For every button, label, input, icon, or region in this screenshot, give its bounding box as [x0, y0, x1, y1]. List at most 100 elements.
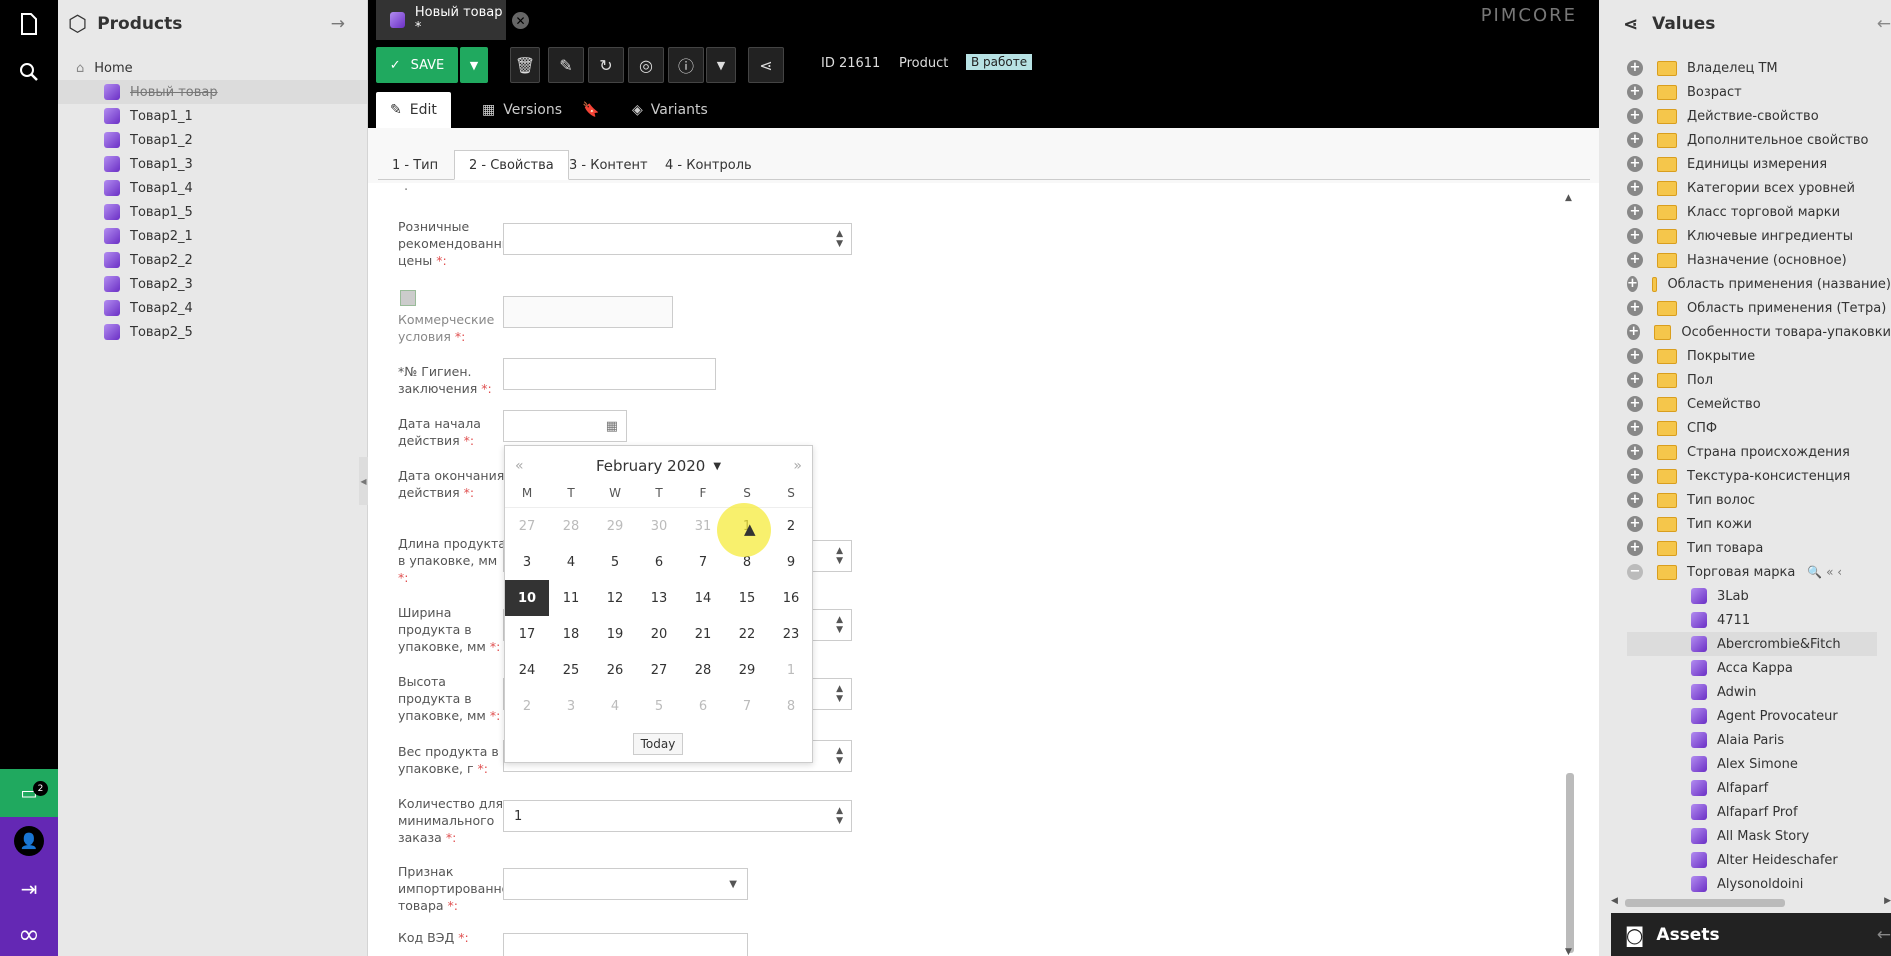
calendar-day[interactable]: 20 — [637, 616, 681, 652]
values-folder-item[interactable]: + Особенности товара-упаковки — [1599, 320, 1891, 344]
calendar-day[interactable]: 28 — [681, 652, 725, 688]
search-icon[interactable] — [0, 48, 58, 96]
logout-button[interactable]: ⇥ — [0, 865, 58, 913]
calendar-day[interactable]: 16 — [769, 580, 813, 616]
tree-item[interactable]: Товар1_5 — [58, 200, 367, 224]
calendar-day[interactable]: 27 — [505, 508, 549, 544]
spinner-icon[interactable]: ▲ ▼ — [836, 229, 843, 249]
expand-icon[interactable]: + — [1627, 468, 1643, 484]
tree-item[interactable]: Товар2_4 — [58, 296, 367, 320]
tree-item[interactable]: Товар2_3 — [58, 272, 367, 296]
tree-item[interactable]: Товар1_3 — [58, 152, 367, 176]
form-tab-content[interactable]: 3 - Контент — [555, 150, 662, 180]
brand-item[interactable]: Acca Kappa — [1599, 656, 1891, 680]
calendar-day[interactable]: 9 — [769, 544, 813, 580]
calendar-day[interactable]: 4 — [549, 544, 593, 580]
close-tab-icon[interactable]: ✕ — [512, 12, 529, 29]
horizontal-scrollbar[interactable]: ◀ ▶ — [1611, 896, 1891, 910]
spinner-icon[interactable]: ▲ ▼ — [836, 746, 843, 766]
tab-edit[interactable]: ✎ Edit — [376, 92, 451, 128]
calendar-day[interactable]: 5 — [637, 688, 681, 724]
tree-item[interactable]: Товар2_2 — [58, 248, 367, 272]
expand-icon[interactable]: + — [1627, 228, 1643, 244]
brand-item[interactable]: Alter Heideschafer — [1599, 848, 1891, 872]
values-folder-item[interactable]: + СПФ — [1599, 416, 1891, 440]
expand-icon[interactable]: + — [1627, 156, 1643, 172]
calendar-day[interactable]: 29 — [593, 508, 637, 544]
calendar-day[interactable]: 23 — [769, 616, 813, 652]
calendar-day[interactable]: 11 — [549, 580, 593, 616]
brand-item[interactable]: Agent Provocateur — [1599, 704, 1891, 728]
calendar-day[interactable]: 1 — [769, 652, 813, 688]
expand-icon[interactable]: + — [1627, 420, 1643, 436]
share-button[interactable]: ⋖ — [748, 47, 784, 83]
tree-item[interactable]: Товар1_2 — [58, 128, 367, 152]
calendar-day[interactable]: 3 — [505, 544, 549, 580]
save-button[interactable]: ✓ SAVE — [376, 47, 458, 83]
values-folder-item[interactable]: + Назначение (основное) — [1599, 248, 1891, 272]
expand-icon[interactable]: + — [1627, 444, 1643, 460]
calendar-day[interactable]: 30 — [637, 508, 681, 544]
calendar-day[interactable]: 6 — [681, 688, 725, 724]
retail-price-input[interactable]: ▲ ▼ — [503, 223, 852, 255]
values-folder-item[interactable]: + Страна происхождения — [1599, 440, 1891, 464]
expand-icon[interactable]: + — [1627, 108, 1643, 124]
values-folder-item[interactable]: + Область применения (название) — [1599, 272, 1891, 296]
tab-bookmark[interactable]: 🔖 — [568, 92, 613, 128]
brand-item[interactable]: Alfaparf Prof — [1599, 800, 1891, 824]
values-folder-item[interactable]: + Действие-свойство — [1599, 104, 1891, 128]
values-folder-item[interactable]: + Текстура-консистенция — [1599, 464, 1891, 488]
expand-icon[interactable]: + — [1627, 540, 1643, 556]
commercial-terms-input[interactable] — [503, 296, 673, 328]
folder-paging-tools[interactable]: 🔍 « ‹ — [1807, 565, 1843, 579]
expand-icon[interactable]: + — [1627, 492, 1643, 508]
values-folder-item[interactable]: + Область применения (Тетра) — [1599, 296, 1891, 320]
calendar-day[interactable]: 3 — [549, 688, 593, 724]
expand-icon[interactable]: + — [1627, 84, 1643, 100]
save-options-dropdown[interactable]: ▼ — [460, 47, 488, 83]
values-folder-item[interactable]: + Тип кожи — [1599, 512, 1891, 536]
values-folder-item[interactable]: + Возраст — [1599, 80, 1891, 104]
tab-versions[interactable]: ▦ Versions — [468, 92, 576, 128]
brand-item[interactable]: Abercrombie&Fitch — [1627, 632, 1877, 656]
brand-item[interactable]: Alaia Paris — [1599, 728, 1891, 752]
values-folder-item[interactable]: + Класс торговой марки — [1599, 200, 1891, 224]
tree-root-home[interactable]: ⌂ Home — [58, 56, 367, 80]
calendar-day[interactable]: 22 — [725, 616, 769, 652]
form-tab-properties[interactable]: 2 - Свойства — [454, 150, 569, 180]
brand-item[interactable]: Alex Simone — [1599, 752, 1891, 776]
chat-button[interactable]: ▭ 2 — [0, 769, 58, 817]
calendar-day[interactable]: 21 — [681, 616, 725, 652]
expand-icon[interactable]: + — [1627, 324, 1641, 340]
expand-icon[interactable]: + — [1627, 204, 1643, 220]
reload-button[interactable]: ↻ — [588, 47, 624, 83]
values-folder-item[interactable]: + Семейство — [1599, 392, 1891, 416]
calendar-day[interactable]: 29 — [725, 652, 769, 688]
spinner-icon[interactable]: ▲ ▼ — [836, 546, 843, 566]
values-folder-item[interactable]: + Дополнительное свойство — [1599, 128, 1891, 152]
left-collapse-handle[interactable]: ◀ — [359, 457, 368, 505]
document-tab[interactable]: Новый товар * — [376, 0, 506, 40]
expand-icon[interactable]: + — [1627, 372, 1643, 388]
expand-icon[interactable]: + — [1627, 300, 1643, 316]
next-month-icon[interactable]: » — [793, 458, 802, 474]
calendar-day[interactable]: 8 — [769, 688, 813, 724]
tree-item[interactable]: Товар2_1 — [58, 224, 367, 248]
collapse-arrow-icon[interactable]: ← — [1877, 925, 1891, 945]
assets-panel-header[interactable]: ◙ Assets ← — [1611, 913, 1891, 956]
tree-item[interactable]: Товар2_5 — [58, 320, 367, 344]
scrollbar-thumb[interactable] — [1566, 773, 1574, 953]
tree-item[interactable]: Товар1_1 — [58, 104, 367, 128]
brand-item[interactable]: 3Lab — [1599, 584, 1891, 608]
expand-icon[interactable]: + — [1627, 516, 1643, 532]
values-folder-item[interactable]: + Тип товара — [1599, 536, 1891, 560]
collapse-arrow-icon[interactable]: → — [331, 14, 345, 34]
rename-button[interactable]: ✎ — [548, 47, 584, 83]
expand-icon[interactable]: + — [1627, 132, 1643, 148]
calendar-day[interactable]: 10 — [505, 580, 549, 616]
calendar-day[interactable]: 6 — [637, 544, 681, 580]
spinner-icon[interactable]: ▲ ▼ — [836, 806, 843, 826]
pimcore-logo-icon[interactable]: ∞ — [0, 913, 58, 956]
calendar-day[interactable]: 17 — [505, 616, 549, 652]
expand-icon[interactable]: + — [1627, 252, 1643, 268]
